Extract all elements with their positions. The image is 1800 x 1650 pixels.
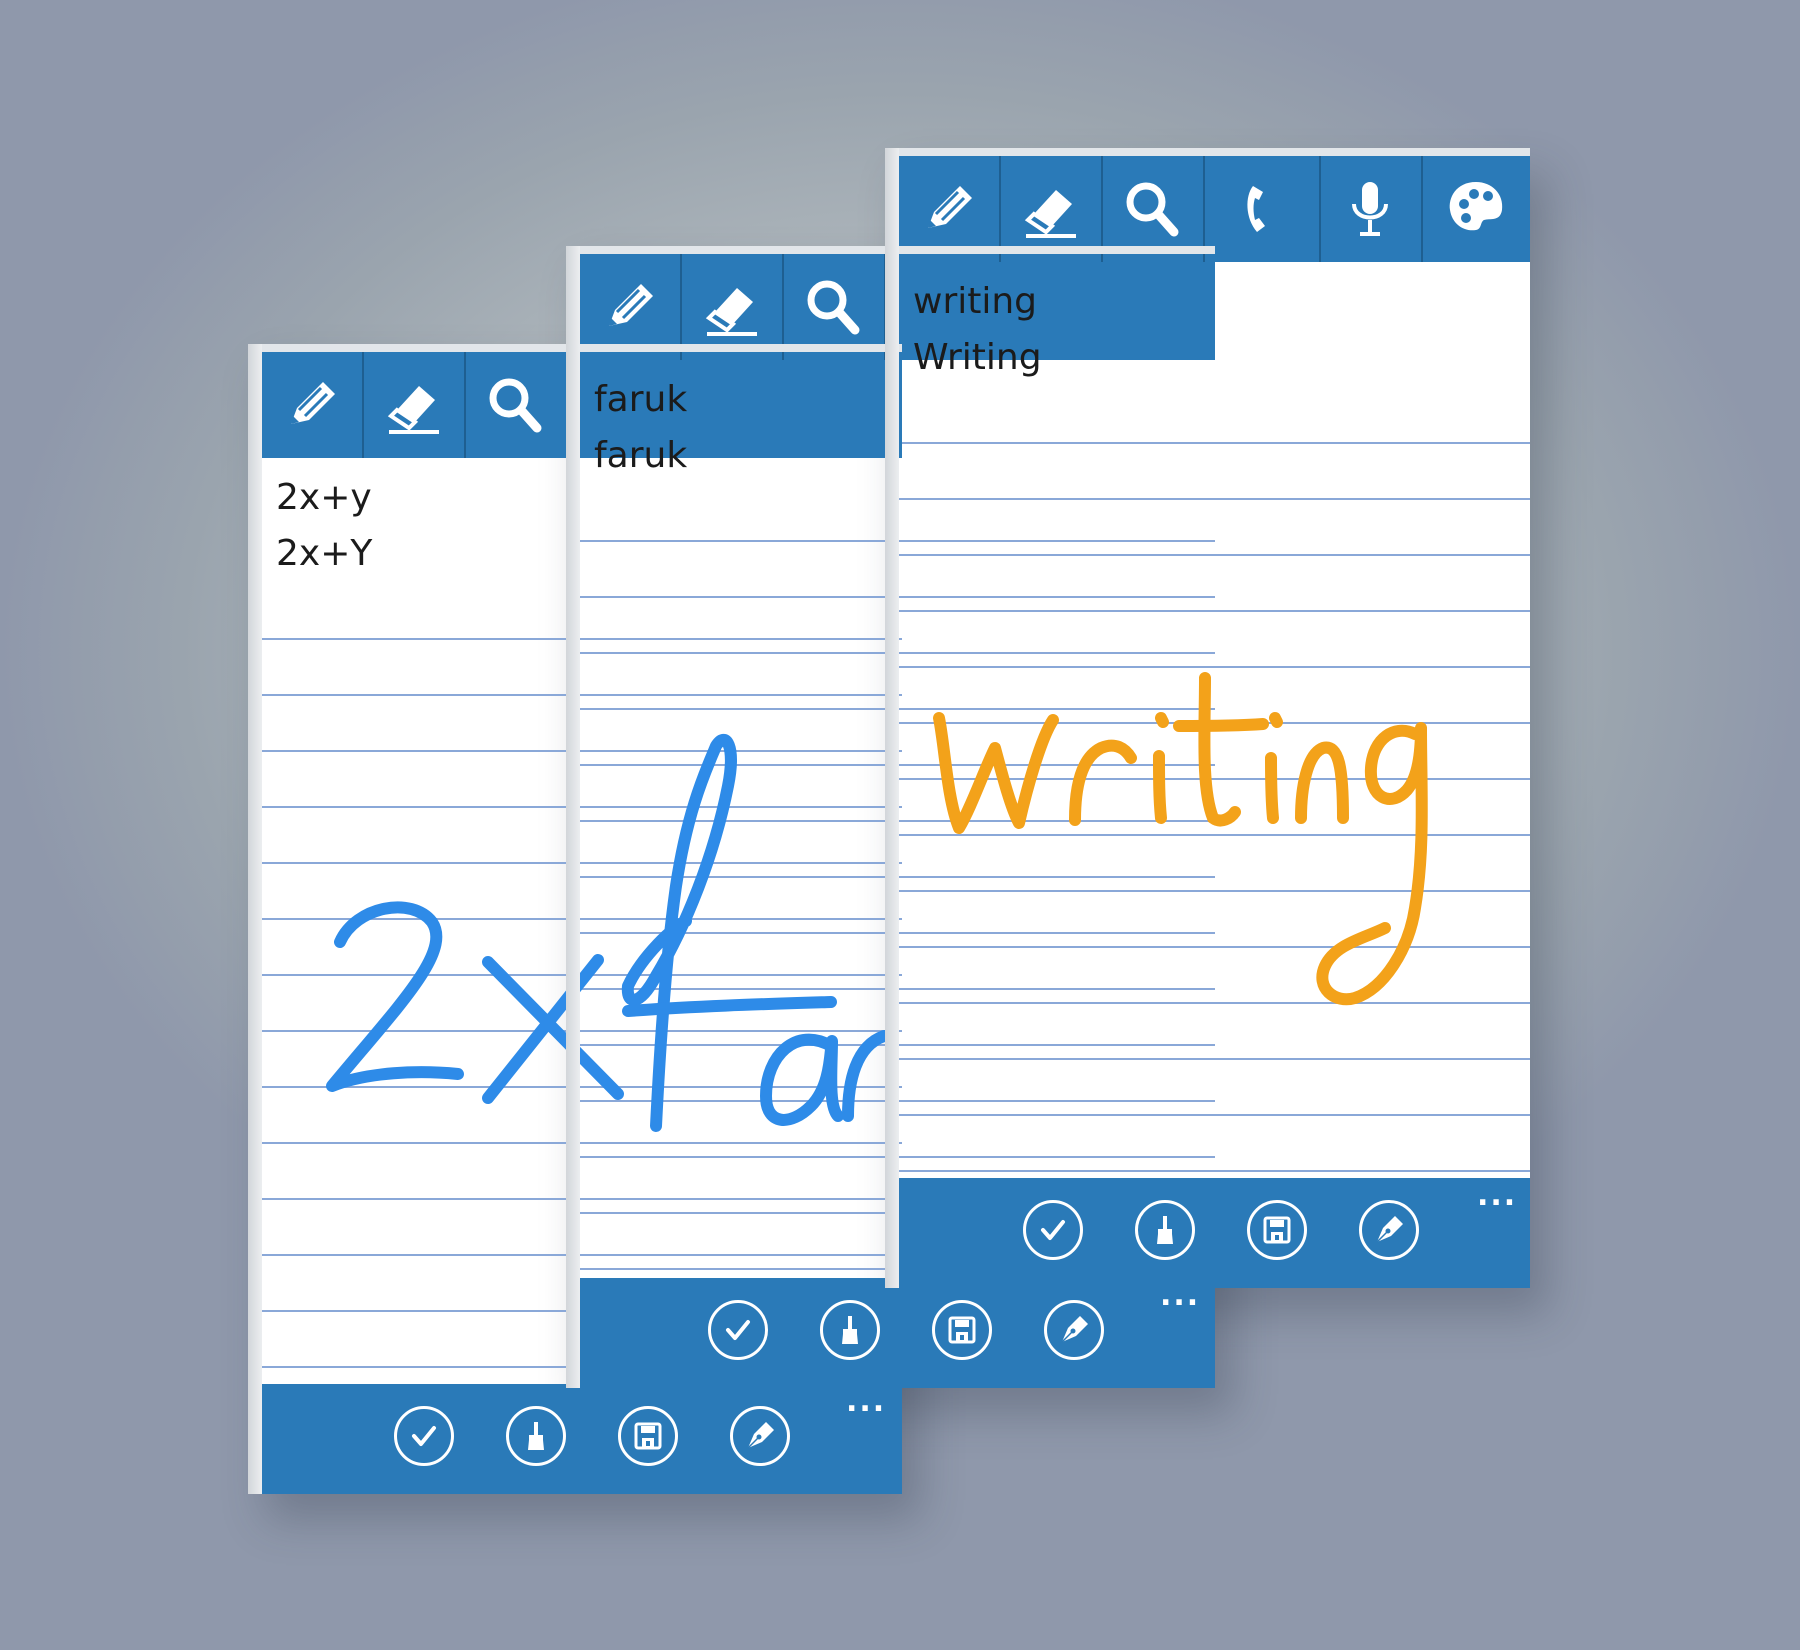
pencil-button[interactable] <box>262 352 364 458</box>
clear-button[interactable] <box>506 1406 566 1466</box>
accept-button[interactable] <box>1023 1200 1083 1260</box>
search-icon <box>481 370 551 440</box>
more-button[interactable]: ... <box>846 1387 886 1417</box>
phone-icon <box>1247 186 1265 232</box>
recognition-candidate[interactable]: faruk <box>594 372 687 428</box>
search-icon <box>799 272 869 342</box>
save-icon <box>948 1316 976 1344</box>
search-icon <box>1118 174 1188 244</box>
save-button[interactable] <box>618 1406 678 1466</box>
top-toolbar <box>262 352 902 458</box>
save-icon <box>634 1422 662 1450</box>
more-button[interactable]: ... <box>1160 1281 1200 1311</box>
save-button[interactable] <box>1247 1200 1307 1260</box>
check-icon <box>726 1320 750 1340</box>
pencil-icon <box>607 282 655 328</box>
bottom-app-bar: ... <box>580 1278 1215 1388</box>
eraser-icon <box>705 286 759 338</box>
more-button[interactable]: ... <box>1477 1181 1517 1211</box>
card-top-edge <box>885 148 1530 156</box>
microphone-button[interactable] <box>1321 156 1423 262</box>
pencil-icon <box>926 184 974 230</box>
pen-icon <box>1061 1315 1089 1343</box>
pencil-icon <box>289 380 337 426</box>
recognition-results: faruk faruk <box>594 372 687 484</box>
recognition-results: 2x+y 2x+Y <box>276 470 372 582</box>
eraser-icon <box>1024 188 1078 240</box>
card-left-edge <box>885 148 899 1288</box>
microphone-icon <box>1352 180 1388 236</box>
pen-settings-button[interactable] <box>1359 1200 1419 1260</box>
bottom-app-bar: ... <box>899 1178 1530 1288</box>
save-icon <box>1263 1216 1291 1244</box>
pen-icon <box>747 1421 775 1449</box>
card-left-edge <box>566 246 580 1388</box>
search-button[interactable] <box>466 352 568 458</box>
palette-button[interactable] <box>1423 156 1530 262</box>
accept-button[interactable] <box>708 1300 768 1360</box>
phone-button[interactable] <box>1205 156 1321 262</box>
brush-icon <box>842 1316 858 1344</box>
pen-settings-button[interactable] <box>730 1406 790 1466</box>
brush-icon <box>1157 1216 1173 1244</box>
clear-button[interactable] <box>820 1300 880 1360</box>
recognition-candidate[interactable]: 2x+y <box>276 470 372 526</box>
check-icon <box>412 1426 436 1446</box>
card-left-edge <box>248 344 262 1494</box>
bottom-app-bar: ... <box>262 1384 902 1494</box>
recognition-candidate[interactable]: Writing <box>913 330 1042 386</box>
recognition-candidate[interactable]: writing <box>913 274 1042 330</box>
palette-icon <box>1449 182 1502 231</box>
pen-icon <box>1376 1215 1404 1243</box>
recognition-candidate[interactable]: 2x+Y <box>276 526 372 582</box>
pen-settings-button[interactable] <box>1044 1300 1104 1360</box>
clear-button[interactable] <box>1135 1200 1195 1260</box>
brush-icon <box>528 1422 544 1450</box>
accept-button[interactable] <box>394 1406 454 1466</box>
recognition-candidate[interactable]: faruk <box>594 428 687 484</box>
recognition-results: writing Writing <box>913 274 1042 386</box>
writing-area[interactable] <box>899 388 1530 1178</box>
eraser-button[interactable] <box>364 352 466 458</box>
eraser-icon <box>387 384 441 436</box>
check-icon <box>1041 1220 1065 1240</box>
save-button[interactable] <box>932 1300 992 1360</box>
